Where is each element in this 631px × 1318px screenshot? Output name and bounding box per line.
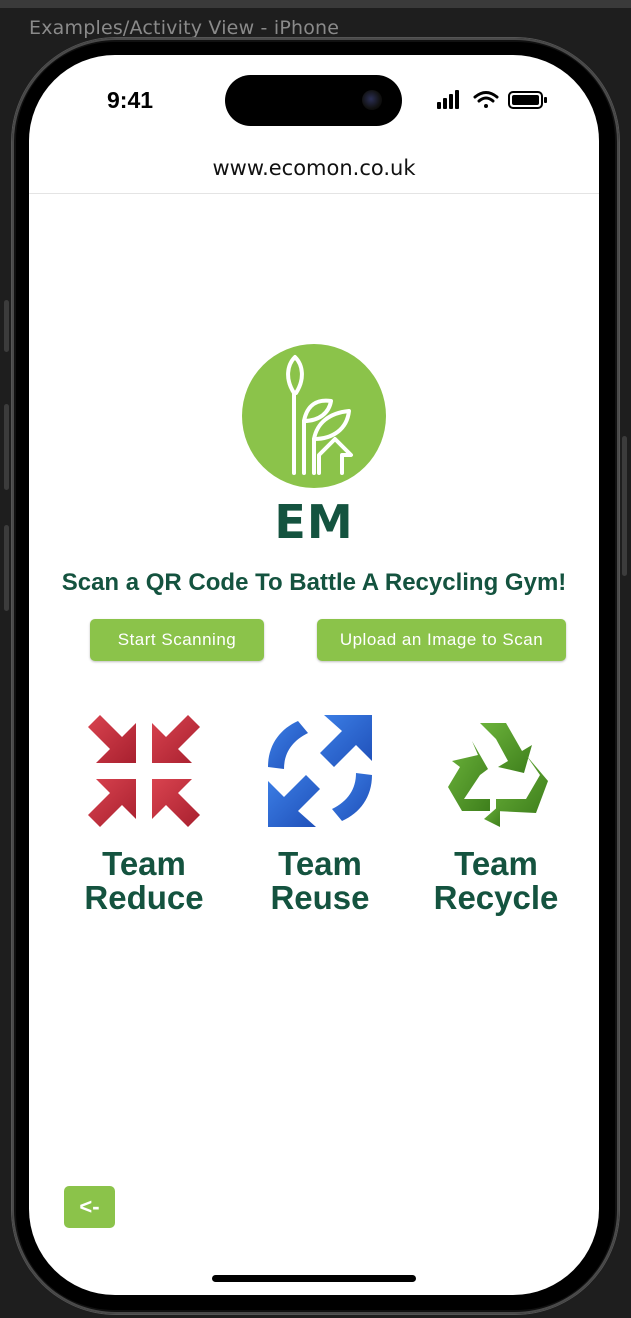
team-recycle[interactable]: Team Recycle	[408, 715, 584, 915]
volume-down-button	[4, 525, 9, 611]
logo-text: EM	[274, 495, 354, 549]
top-strip	[0, 0, 631, 8]
team-reduce[interactable]: Team Reduce	[56, 715, 232, 915]
volume-up-button	[4, 404, 9, 490]
status-time: 9:41	[107, 87, 154, 113]
window-title: Examples/Activity View - iPhone	[29, 17, 340, 39]
camera-icon	[362, 90, 382, 110]
phone-screen: 9:41 www.ecomon.co.uk EM Scan a QR Code …	[29, 55, 599, 1295]
url-text: www.ecomon.co.uk	[212, 156, 416, 180]
team-reuse-label: Team Reuse	[270, 845, 370, 916]
address-bar[interactable]: www.ecomon.co.uk	[29, 143, 599, 194]
status-icons	[437, 90, 547, 109]
arrows-cycle-icon	[268, 715, 372, 827]
power-button	[622, 436, 627, 576]
home-indicator	[212, 1275, 416, 1282]
plant-house-icon	[242, 344, 386, 488]
recycle-icon	[448, 723, 548, 827]
wifi-icon	[473, 91, 499, 108]
team-reuse[interactable]: Team Reuse	[232, 715, 408, 915]
team-recycle-label: Team Recycle	[433, 845, 559, 916]
team-reduce-label: Team Reduce	[84, 845, 204, 916]
back-button[interactable]: <-	[64, 1186, 115, 1228]
action-button	[4, 300, 9, 352]
start-scanning-button[interactable]: Start Scanning	[90, 619, 264, 661]
signal-icon	[437, 90, 459, 109]
page-headline: Scan a QR Code To Battle A Recycling Gym…	[61, 569, 567, 596]
arrows-inward-icon	[88, 715, 200, 827]
dynamic-island	[225, 75, 402, 126]
upload-image-button[interactable]: Upload an Image to Scan	[317, 619, 566, 661]
battery-icon	[508, 91, 547, 109]
